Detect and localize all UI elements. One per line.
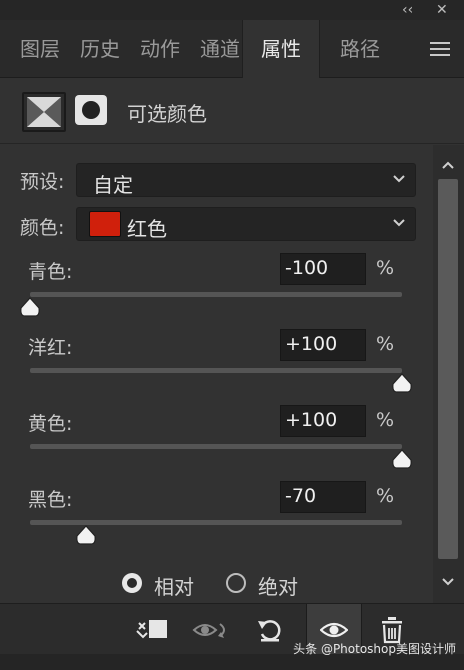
- relative-label: 相对: [154, 575, 194, 599]
- tab-history[interactable]: 历史: [72, 20, 128, 78]
- tab-actions[interactable]: 动作: [132, 20, 188, 78]
- yellow-slider-thumb[interactable]: [391, 449, 413, 469]
- tab-layers[interactable]: 图层: [12, 20, 68, 78]
- properties-panel: 预设: 自定 颜色: 红色 青色: -100 % 洋红: +100 % 黄色: …: [0, 145, 433, 603]
- scrollbar-thumb[interactable]: [438, 179, 458, 559]
- reset-button[interactable]: [242, 604, 298, 655]
- panel-scrollbar[interactable]: [433, 145, 464, 603]
- eye-previous-icon: [192, 622, 225, 638]
- reset-icon: [258, 619, 281, 641]
- preset-label: 预设:: [20, 171, 65, 193]
- magenta-slider-track[interactable]: [30, 368, 402, 373]
- chevron-down-icon: [393, 219, 405, 227]
- color-swatch: [89, 211, 121, 237]
- watermark-text: 头条 @Photoshop美图设计师: [293, 642, 456, 656]
- view-previous-state-button[interactable]: [184, 604, 240, 655]
- selective-color-adjustment-icon[interactable]: [22, 92, 66, 132]
- relative-radio[interactable]: [122, 573, 142, 593]
- collapse-panel-button[interactable]: ‹‹: [402, 0, 413, 20]
- colors-value: 红色: [127, 217, 167, 241]
- black-label: 黑色:: [28, 489, 73, 511]
- colors-dropdown[interactable]: 红色: [76, 207, 416, 241]
- adjustment-title: 可选颜色: [127, 102, 207, 126]
- close-panel-button[interactable]: ✕: [436, 0, 448, 20]
- layer-mask-icon[interactable]: [75, 95, 107, 125]
- black-unit: %: [376, 485, 395, 507]
- eye-icon: [320, 622, 348, 637]
- tab-properties[interactable]: 属性: [242, 20, 320, 79]
- tab-paths[interactable]: 路径: [330, 20, 390, 78]
- chevron-down-icon[interactable]: [440, 573, 456, 589]
- panel-tabs: 图层 历史 动作 通道 属性 路径: [0, 20, 464, 79]
- yellow-unit: %: [376, 409, 395, 431]
- chevron-up-icon[interactable]: [440, 157, 456, 173]
- black-slider-thumb[interactable]: [75, 525, 97, 545]
- magenta-slider-thumb[interactable]: [391, 373, 413, 393]
- black-value-input[interactable]: -70: [280, 481, 366, 513]
- absolute-radio[interactable]: [226, 573, 246, 593]
- preset-value: 自定: [93, 173, 133, 197]
- tab-channels[interactable]: 通道: [192, 20, 248, 78]
- cyan-slider-track[interactable]: [30, 292, 402, 297]
- method-radio-group: 相对 绝对: [0, 570, 433, 600]
- yellow-slider-track[interactable]: [30, 444, 402, 449]
- colors-label: 颜色:: [20, 217, 65, 239]
- adjustment-header: 可选颜色: [0, 78, 464, 144]
- preset-dropdown[interactable]: 自定: [76, 163, 416, 197]
- cyan-value-input[interactable]: -100: [280, 253, 366, 285]
- magenta-label: 洋红:: [28, 337, 73, 359]
- yellow-value-input[interactable]: +100: [280, 405, 366, 437]
- clip-to-layer-icon: [136, 619, 167, 638]
- clip-to-layer-button[interactable]: [124, 604, 180, 655]
- cyan-unit: %: [376, 257, 395, 279]
- magenta-unit: %: [376, 333, 395, 355]
- panel-top-bar: ‹‹ ✕: [0, 0, 464, 20]
- absolute-label: 绝对: [258, 575, 298, 599]
- cyan-label: 青色:: [28, 261, 73, 283]
- magenta-value-input[interactable]: +100: [280, 329, 366, 361]
- chevron-down-icon: [393, 175, 405, 183]
- yellow-label: 黄色:: [28, 413, 73, 435]
- panel-menu-icon[interactable]: [430, 42, 450, 56]
- cyan-slider-thumb[interactable]: [19, 297, 41, 317]
